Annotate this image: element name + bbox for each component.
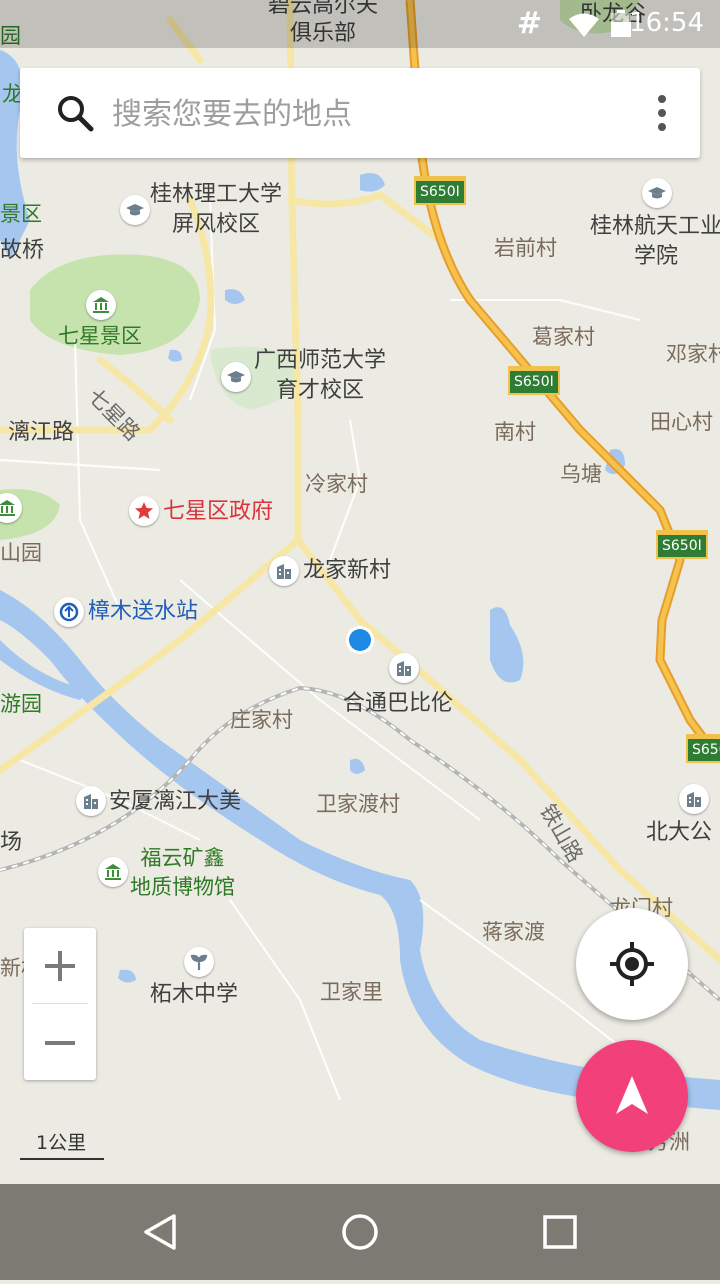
navigate-button[interactable] bbox=[576, 1040, 688, 1152]
map-label: 蒋家渡 bbox=[482, 920, 545, 944]
star-icon bbox=[135, 502, 153, 519]
map-label: 卫家里 bbox=[320, 980, 383, 1004]
map-label: 故桥 bbox=[0, 238, 45, 263]
wifi-icon bbox=[569, 13, 599, 37]
map-label: 樟木送水站 bbox=[88, 599, 199, 624]
back-icon[interactable] bbox=[140, 1212, 180, 1252]
government-poi[interactable] bbox=[129, 496, 159, 526]
map-label: 山园 bbox=[0, 541, 42, 565]
zoom-in-button[interactable] bbox=[24, 928, 96, 1003]
more-vert-icon[interactable] bbox=[654, 94, 670, 132]
map-label: 桂林航天工业 学院 bbox=[590, 214, 720, 269]
school-poi[interactable] bbox=[184, 947, 214, 977]
zoom-control bbox=[24, 928, 96, 1080]
map-label: 景区 bbox=[0, 202, 42, 226]
my-location-button[interactable] bbox=[576, 908, 688, 1020]
graduation-cap-icon bbox=[126, 204, 144, 216]
service-icon bbox=[59, 602, 79, 622]
map-label: 乌塘 bbox=[560, 462, 602, 486]
highway-shield: S650I bbox=[656, 530, 708, 559]
highway-shield: S650 bbox=[686, 734, 720, 763]
map-label: 柘木中学 bbox=[150, 982, 239, 1007]
road-label: 漓江路 bbox=[8, 420, 75, 445]
recents-icon[interactable] bbox=[540, 1212, 580, 1252]
map-label: 合通巴比伦 bbox=[343, 691, 454, 716]
water-station-poi[interactable] bbox=[54, 597, 84, 627]
map-label: 北大公 bbox=[646, 820, 713, 845]
map-label: 福云矿鑫 地质博物馆 bbox=[130, 846, 235, 900]
clock-time: 16:54 bbox=[629, 8, 704, 38]
map-label: 七星景区 bbox=[58, 324, 142, 348]
scenic-poi[interactable] bbox=[86, 290, 116, 320]
museum-icon bbox=[93, 297, 109, 313]
map-label: 游园 bbox=[0, 692, 42, 716]
graduation-cap-icon bbox=[227, 371, 245, 383]
residential-poi[interactable] bbox=[269, 556, 299, 586]
building-icon bbox=[277, 564, 291, 579]
map-label: 庄家村 bbox=[230, 708, 293, 732]
navigation-arrow-icon bbox=[616, 1076, 648, 1114]
school-poi[interactable] bbox=[221, 362, 251, 392]
highway-shield: S650I bbox=[414, 176, 466, 205]
school-poi[interactable] bbox=[642, 178, 672, 208]
map-label: 葛家村 bbox=[532, 325, 595, 349]
search-input[interactable] bbox=[110, 88, 634, 140]
map-label: 安厦漓江大美 bbox=[109, 789, 242, 814]
building-icon bbox=[84, 794, 98, 809]
hashtag-icon: # bbox=[516, 6, 542, 41]
residential-poi[interactable] bbox=[679, 784, 709, 814]
map-label: 冷家村 bbox=[305, 472, 368, 496]
status-bar: # 16:54 bbox=[0, 0, 720, 48]
museum-poi[interactable] bbox=[98, 857, 128, 887]
residential-poi[interactable] bbox=[389, 653, 419, 683]
plus-icon bbox=[45, 950, 75, 981]
museum-icon bbox=[105, 864, 121, 880]
map-label: 南村 bbox=[494, 420, 536, 444]
map-label: 桂林理工大学 屏风校区 bbox=[150, 182, 283, 237]
zoom-divider bbox=[32, 1003, 88, 1004]
highway-shield: S650I bbox=[508, 366, 560, 395]
zoom-out-button[interactable] bbox=[24, 1005, 96, 1080]
museum-icon bbox=[0, 500, 15, 516]
map-label: 邓家村 bbox=[666, 342, 720, 366]
search-bar[interactable] bbox=[20, 68, 700, 158]
building-icon bbox=[397, 661, 411, 676]
scale-bar bbox=[20, 1157, 104, 1160]
map-label: 卫家渡村 bbox=[316, 792, 400, 816]
map-label: 七星区政府 bbox=[163, 499, 274, 524]
my-location-icon bbox=[610, 942, 654, 986]
residential-poi[interactable] bbox=[76, 786, 106, 816]
map-scale: 1公里 bbox=[20, 1128, 104, 1160]
minus-icon bbox=[45, 1040, 75, 1045]
map-label: 龙家新村 bbox=[303, 558, 392, 583]
graduation-cap-icon bbox=[648, 187, 666, 199]
map-label: 场 bbox=[0, 830, 23, 855]
search-icon[interactable] bbox=[56, 94, 94, 132]
home-icon[interactable] bbox=[340, 1212, 380, 1252]
scale-label: 1公里 bbox=[36, 1132, 87, 1154]
sprout-icon bbox=[190, 954, 208, 970]
map-label: 广西师范大学 育才校区 bbox=[254, 348, 387, 403]
map-label: 田心村 bbox=[650, 410, 713, 434]
system-navigation-bar bbox=[0, 1184, 720, 1280]
building-icon bbox=[687, 792, 701, 807]
map-label: 岩前村 bbox=[494, 236, 557, 260]
school-poi[interactable] bbox=[120, 195, 150, 225]
